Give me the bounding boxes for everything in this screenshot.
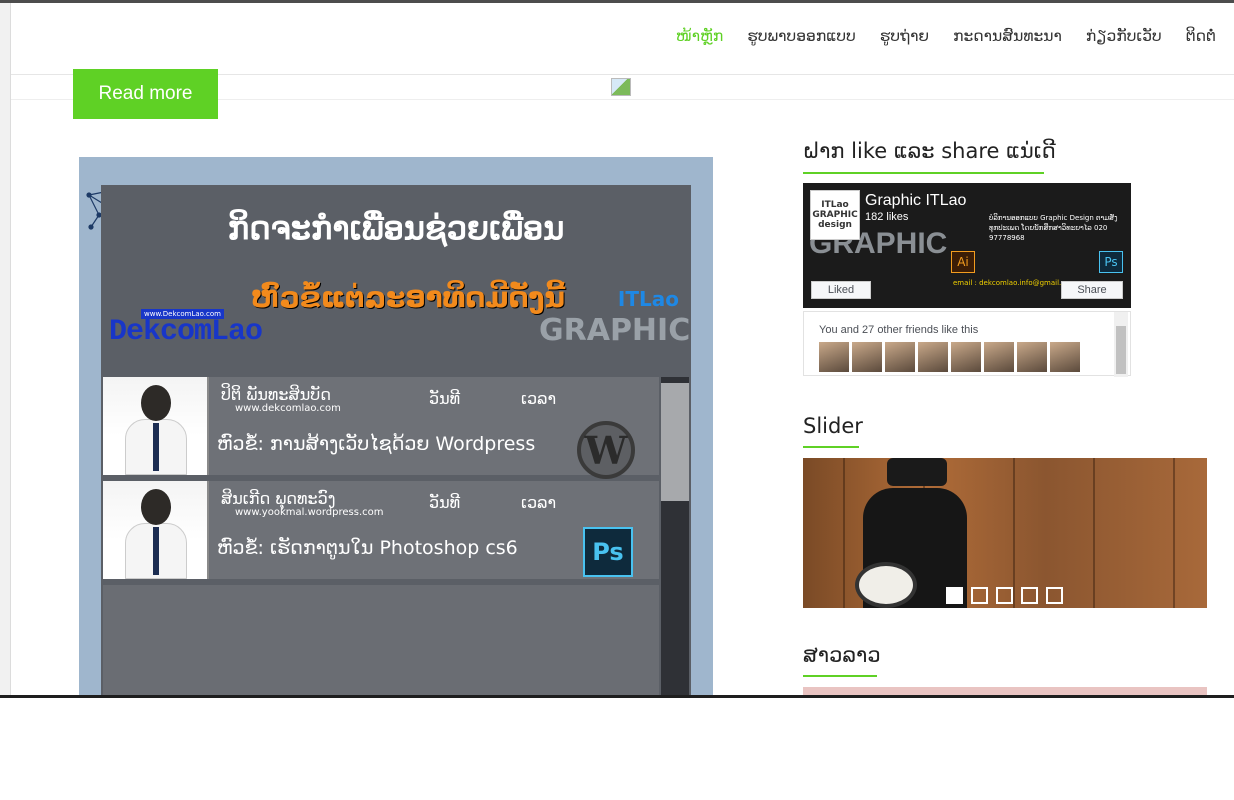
poster-subtitle: ຫົວຂໍ້ແຕ່ລະອາທິດມີດັ່ງນີ້ xyxy=(251,281,566,314)
schedule-row: ສິນເກີດ ພຸດທະວົງ www.yookmal.wordpress.c… xyxy=(103,481,659,579)
friend-avatar[interactable] xyxy=(885,342,915,372)
fb-friends-panel: You and 27 other friends like this xyxy=(803,311,1131,377)
graphic-logo-text: GRAPHIC xyxy=(539,313,691,348)
slide-hat xyxy=(887,458,947,486)
schedule-row: ປິຕິ ພັນທະສິນບັດ www.dekcomlao.com ວັນທີ… xyxy=(103,377,659,479)
slider-dot[interactable] xyxy=(996,587,1013,604)
nav-item-about[interactable]: ກ່ຽວກັບເວັບ xyxy=(1086,27,1162,45)
fb-friends-text: You and 27 other friends like this xyxy=(819,324,979,336)
banjo-icon xyxy=(855,562,917,608)
fb-page-name[interactable]: Graphic ITLao xyxy=(865,192,966,210)
friend-avatar[interactable] xyxy=(852,342,882,372)
facebook-page-widget: GRAPHIC ITLao GRAPHIC design Graphic ITL… xyxy=(803,183,1131,377)
friend-avatar[interactable] xyxy=(1017,342,1047,372)
facebook-cover[interactable]: GRAPHIC ITLao GRAPHIC design Graphic ITL… xyxy=(803,183,1131,308)
image-slider[interactable] xyxy=(803,458,1207,608)
read-more-button[interactable]: Read more xyxy=(73,69,218,119)
presenter-name: ປິຕິ ພັນທະສິນບັດ xyxy=(221,385,331,404)
heading-underline xyxy=(803,172,1044,174)
nav-item-contact[interactable]: ຕິດຕໍ່ xyxy=(1186,27,1216,45)
slider-heading: Slider xyxy=(803,414,863,438)
friend-avatar[interactable] xyxy=(1050,342,1080,372)
friend-avatar[interactable] xyxy=(951,342,981,372)
fb-share-button[interactable]: Share xyxy=(1061,281,1123,299)
browser-viewport: ໜ້າຫຼັກ ຮູບພາບອອກແບບ ຮູບຖ່າຍ ກະດານສົນທະນ… xyxy=(0,0,1234,697)
event-poster-image: ກິດຈະກຳເພື່ອນຊ່ວຍເພື່ອນ ຫົວຂໍ້ແຕ່ລະອາທິດ… xyxy=(79,157,713,697)
fb-email-text: email : dekcomlao.info@gmail.com xyxy=(953,279,1077,287)
poster-empty-panel xyxy=(103,585,659,695)
slider-dot[interactable] xyxy=(971,587,988,604)
poster-scrollbar-thumb xyxy=(661,383,689,501)
photoshop-icon: Ps xyxy=(1099,251,1123,273)
fb-friend-faces xyxy=(819,342,1080,372)
lao-girls-heading: ສາວລາວ xyxy=(803,643,881,667)
slider-dot[interactable] xyxy=(1046,587,1063,604)
wordpress-icon: W xyxy=(577,421,635,479)
fb-liked-button[interactable]: Liked xyxy=(811,281,871,299)
nav-item-forum[interactable]: ກະດານສົນທະນາ xyxy=(953,27,1062,45)
dekcomlao-logo: DekcomLao xyxy=(109,315,263,349)
main-nav: ໜ້າຫຼັກ ຮູບພາບອອກແບບ ຮູບຖ່າຍ ກະດານສົນທະນ… xyxy=(676,27,1216,45)
presenter-name: ສິນເກີດ ພຸດທະວົງ xyxy=(221,489,336,508)
time-label: ເວລາ xyxy=(521,493,557,512)
friend-avatar[interactable] xyxy=(819,342,849,372)
fb-scrollbar-thumb[interactable] xyxy=(1116,326,1126,374)
topic-label: ຫົວຂໍ້: ເຮັດກາຕູນໃນ Photoshop cs6 xyxy=(217,537,518,559)
like-share-heading: ຝາກ like ແລະ share ແນ່ເດີ xyxy=(803,139,1056,163)
date-label: ວັນທີ xyxy=(429,389,461,408)
web-page: ໜ້າຫຼັກ ຮູບພາບອອກແບບ ຮູບຖ່າຍ ກະດານສົນທະນ… xyxy=(10,3,1234,697)
fb-avatar[interactable]: ITLao GRAPHIC design xyxy=(810,190,860,240)
itlao-logo-text: ITLao xyxy=(617,287,679,311)
poster-title: ກິດຈະກຳເພື່ອນຊ່ວຍເພື່ອນ xyxy=(227,209,565,247)
time-label: ເວລາ xyxy=(521,389,557,408)
topic-label: ຫົວຂໍ້: ການສ້າງເວັບໄຊດ້ວຍ Wordpress xyxy=(217,433,536,455)
presenter-photo xyxy=(103,481,209,579)
nav-item-photos[interactable]: ຮູບຖ່າຍ xyxy=(880,27,929,45)
photoshop-icon: Ps xyxy=(583,527,633,577)
friend-avatar[interactable] xyxy=(984,342,1014,372)
nav-item-design-gallery[interactable]: ຮູບພາບອອກແບບ xyxy=(747,27,856,45)
nav-item-home[interactable]: ໜ້າຫຼັກ xyxy=(676,27,723,45)
slider-dots xyxy=(946,587,1063,604)
fb-info-text: ບໍລິການອອກແບບ Graphic Design ຕາມສັ່ງ ທຸກ… xyxy=(989,214,1118,242)
viewport-bottom-border xyxy=(0,695,1234,698)
poster-panel: ກິດຈະກຳເພື່ອນຊ່ວຍເພື່ອນ ຫົວຂໍ້ແຕ່ລະອາທິດ… xyxy=(101,185,691,697)
slider-dot[interactable] xyxy=(1021,587,1038,604)
friend-avatar[interactable] xyxy=(918,342,948,372)
date-label: ວັນທີ xyxy=(429,493,461,512)
slider-dot[interactable] xyxy=(946,587,963,604)
illustrator-icon: Ai xyxy=(951,251,975,273)
presenter-site: www.dekcomlao.com xyxy=(235,403,341,414)
presenter-photo xyxy=(103,377,209,475)
heading-underline xyxy=(803,675,877,677)
heading-underline xyxy=(803,446,859,448)
fb-like-count: 182 likes xyxy=(865,211,909,223)
presenter-site: www.yookmal.wordpress.com xyxy=(235,507,384,518)
broken-image-icon xyxy=(611,78,631,96)
